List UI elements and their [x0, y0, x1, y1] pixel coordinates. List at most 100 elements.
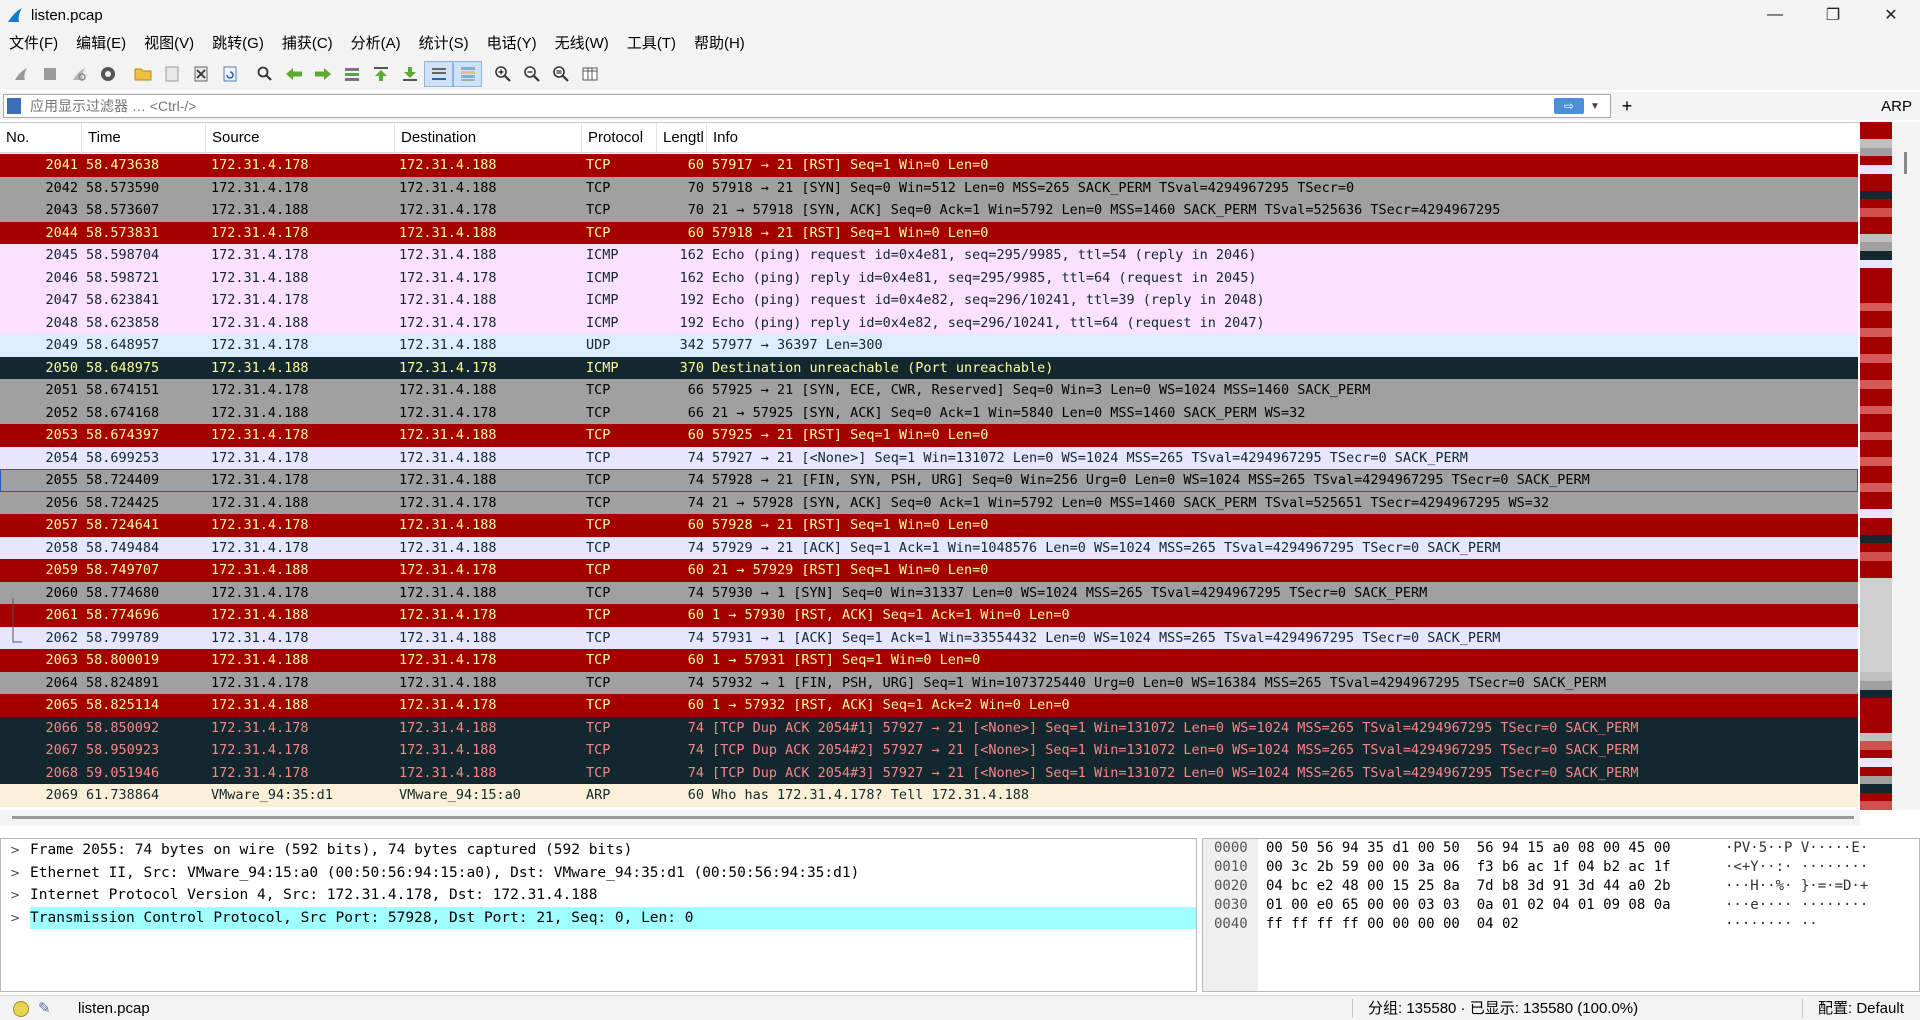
detail-row-ethernet[interactable]: > Ethernet II, Src: VMware_94:15:a0 (00:5… — [1, 862, 1196, 885]
apply-filter-button[interactable]: ⇨ — [1554, 98, 1584, 114]
expand-chevron-icon[interactable]: > — [10, 884, 20, 907]
close-button[interactable]: ✕ — [1862, 0, 1920, 30]
display-filter-input[interactable] — [30, 98, 1554, 114]
zoom-normal-icon[interactable] — [546, 61, 575, 87]
open-file-icon[interactable] — [128, 61, 157, 87]
autoscroll-icon[interactable] — [424, 61, 453, 87]
col-header-length[interactable]: Lengtl — [657, 123, 707, 153]
packet-row[interactable]: 2043 58.573607 172.31.4.188 172.31.4.178 TCP… — [0, 199, 1858, 222]
packet-row[interactable]: 2068 59.051946 172.31.4.178 172.31.4.188 TCP… — [0, 761, 1858, 784]
packet-row[interactable]: 2063 58.800019 172.31.4.188 172.31.4.178 TCP… — [0, 649, 1858, 672]
zoom-in-icon[interactable] — [488, 61, 517, 87]
restore-button[interactable]: ❐ — [1804, 0, 1862, 30]
status-profile[interactable]: 配置: Default — [1818, 996, 1904, 1020]
col-header-info[interactable]: Info — [707, 123, 1860, 153]
menu-go[interactable]: 跳转(G) — [203, 30, 273, 58]
minimize-button[interactable]: — — [1746, 0, 1804, 30]
packet-row[interactable]: 2061 58.774696 172.31.4.188 172.31.4.178 TCP… — [0, 604, 1858, 627]
menu-telephony[interactable]: 电话(Y) — [478, 30, 546, 58]
packet-row[interactable]: 2064 58.824891 172.31.4.178 172.31.4.188 TCP… — [0, 671, 1858, 694]
find-packet-icon[interactable] — [250, 61, 279, 87]
menu-capture[interactable]: 捕获(C) — [273, 30, 342, 58]
packet-row[interactable]: 2042 58.573590 172.31.4.178 172.31.4.188 TCP… — [0, 176, 1858, 199]
packet-row[interactable]: 2052 58.674168 172.31.4.188 172.31.4.178 TCP… — [0, 401, 1858, 424]
packet-list-hscroll[interactable] — [0, 810, 1860, 826]
restart-capture-icon[interactable] — [64, 61, 93, 87]
menu-wireless[interactable]: 无线(W) — [546, 30, 618, 58]
go-first-icon[interactable] — [366, 61, 395, 87]
packet-row[interactable]: 2069 61.738864 VMware_94:35:d1 VMware_94:15… — [0, 784, 1858, 807]
packet-row[interactable]: 2045 58.598704 172.31.4.178 172.31.4.188 ICM… — [0, 244, 1858, 267]
packet-cell-time: 58.749707 — [86, 562, 160, 578]
go-to-packet-icon[interactable] — [337, 61, 366, 87]
detail-row-ipv4[interactable]: > Internet Protocol Version 4, Src: 172.3… — [1, 884, 1196, 907]
go-last-icon[interactable] — [395, 61, 424, 87]
packet-row[interactable]: 2049 58.648957 172.31.4.178 172.31.4.188 UDP… — [0, 334, 1858, 357]
bookmark-icon[interactable] — [7, 98, 21, 114]
packet-cell-len: 60 — [687, 517, 704, 533]
packet-minimap[interactable] — [1860, 122, 1892, 810]
packet-row[interactable]: 2051 58.674151 172.31.4.178 172.31.4.188 TCP… — [0, 379, 1858, 402]
filter-history-dropdown-icon[interactable]: ▼ — [1590, 101, 1604, 112]
status-packet-counts: 分组: 135580 · 已显示: 135580 (100.0%) — [1368, 1000, 1639, 1017]
packet-row[interactable]: 2065 58.825114 172.31.4.188 172.31.4.178 TCP… — [0, 694, 1858, 717]
packet-row[interactable]: 2047 58.623841 172.31.4.178 172.31.4.188 ICM… — [0, 289, 1858, 312]
menu-help[interactable]: 帮助(H) — [685, 30, 754, 58]
capture-options-icon[interactable] — [93, 61, 122, 87]
packet-row[interactable]: 2060 58.774680 172.31.4.178 172.31.4.188 TCP… — [0, 581, 1858, 604]
menu-file[interactable]: 文件(F) — [0, 30, 67, 58]
packet-row[interactable]: 2050 58.648975 172.31.4.188 172.31.4.178 ICM… — [0, 356, 1858, 379]
menu-statistics[interactable]: 统计(S) — [410, 30, 478, 58]
start-capture-icon[interactable] — [6, 61, 35, 87]
packet-row[interactable]: 2062 58.799789 172.31.4.178 172.31.4.188 TCP… — [0, 626, 1858, 649]
expand-chevron-icon[interactable]: > — [10, 907, 20, 930]
packet-cell-dst: 172.31.4.178 — [399, 269, 497, 286]
expand-chevron-icon[interactable]: > — [10, 839, 20, 862]
zoom-out-icon[interactable] — [517, 61, 546, 87]
arp-filter-button[interactable]: ARP — [1640, 94, 1920, 118]
col-header-no[interactable]: No. — [0, 123, 82, 153]
colorize-icon[interactable] — [453, 61, 482, 87]
packet-row[interactable]: 2046 58.598721 172.31.4.188 172.31.4.178 ICM… — [0, 266, 1858, 289]
packet-cell-time: 58.749484 — [86, 539, 160, 556]
col-header-source[interactable]: Source — [206, 123, 395, 153]
close-file-icon[interactable] — [186, 61, 215, 87]
col-header-destination[interactable]: Destination — [395, 123, 582, 153]
go-forward-icon[interactable] — [308, 61, 337, 87]
menu-view[interactable]: 视图(V) — [135, 30, 203, 58]
packet-row[interactable]: 2053 58.674397 172.31.4.178 172.31.4.188 TCP… — [0, 424, 1858, 447]
expert-info-icon[interactable] — [13, 1001, 29, 1017]
packet-row-selected[interactable]: 2055 58.724409 172.31.4.178 172.31.4.188 TCP… — [0, 469, 1858, 492]
packet-row[interactable]: 2056 58.724425 172.31.4.188 172.31.4.178 TCP… — [0, 491, 1858, 514]
stop-capture-icon[interactable] — [35, 61, 64, 87]
col-header-protocol[interactable]: Protocol — [582, 123, 657, 153]
packet-row[interactable]: 2041 58.473638 172.31.4.178 172.31.4.188 TCP… — [0, 154, 1858, 177]
detail-row-frame[interactable]: > Frame 2055: 74 bytes on wire (592 bits)… — [1, 839, 1196, 862]
col-header-time[interactable]: Time — [82, 123, 206, 153]
menu-analyze[interactable]: 分析(A) — [342, 30, 410, 58]
packet-row[interactable]: 2067 58.950923 172.31.4.178 172.31.4.188 TCP… — [0, 739, 1858, 762]
packet-cell-src: 172.31.4.178 — [211, 539, 309, 556]
resize-columns-icon[interactable] — [575, 61, 604, 87]
packet-row[interactable]: 2044 58.573831 172.31.4.178 172.31.4.188 TCP… — [0, 221, 1858, 244]
packet-row[interactable]: 2066 58.850092 172.31.4.178 172.31.4.188 TCP… — [0, 716, 1858, 739]
packet-cell-proto: ICMP — [586, 247, 619, 263]
go-back-icon[interactable] — [279, 61, 308, 87]
menu-edit[interactable]: 编辑(E) — [67, 30, 135, 58]
reload-file-icon[interactable] — [215, 61, 244, 87]
add-filter-button[interactable]: + — [1615, 94, 1639, 118]
packet-row[interactable]: 2054 58.699253 172.31.4.178 172.31.4.188 TCP… — [0, 446, 1858, 469]
save-file-icon[interactable] — [157, 61, 186, 87]
packet-cell-proto: TCP — [586, 427, 611, 443]
menu-tools[interactable]: 工具(T) — [618, 30, 685, 58]
capture-comment-icon[interactable]: ✎ — [38, 999, 51, 1017]
vscroll-thumb[interactable] — [1904, 152, 1907, 174]
expand-chevron-icon[interactable]: > — [10, 862, 20, 885]
packet-row[interactable]: 2058 58.749484 172.31.4.178 172.31.4.188 TCP… — [0, 536, 1858, 559]
packet-row[interactable]: 2059 58.749707 172.31.4.188 172.31.4.178 TCP… — [0, 559, 1858, 582]
packet-row[interactable]: 2057 58.724641 172.31.4.178 172.31.4.188 TCP… — [0, 514, 1858, 537]
packet-list-vscroll[interactable] — [1892, 122, 1920, 810]
hscroll-thumb[interactable] — [12, 816, 1854, 819]
detail-row-tcp[interactable]: > Transmission Control Protocol, Src Port… — [1, 906, 1196, 930]
packet-row[interactable]: 2048 58.623858 172.31.4.188 172.31.4.178 ICM… — [0, 311, 1858, 334]
